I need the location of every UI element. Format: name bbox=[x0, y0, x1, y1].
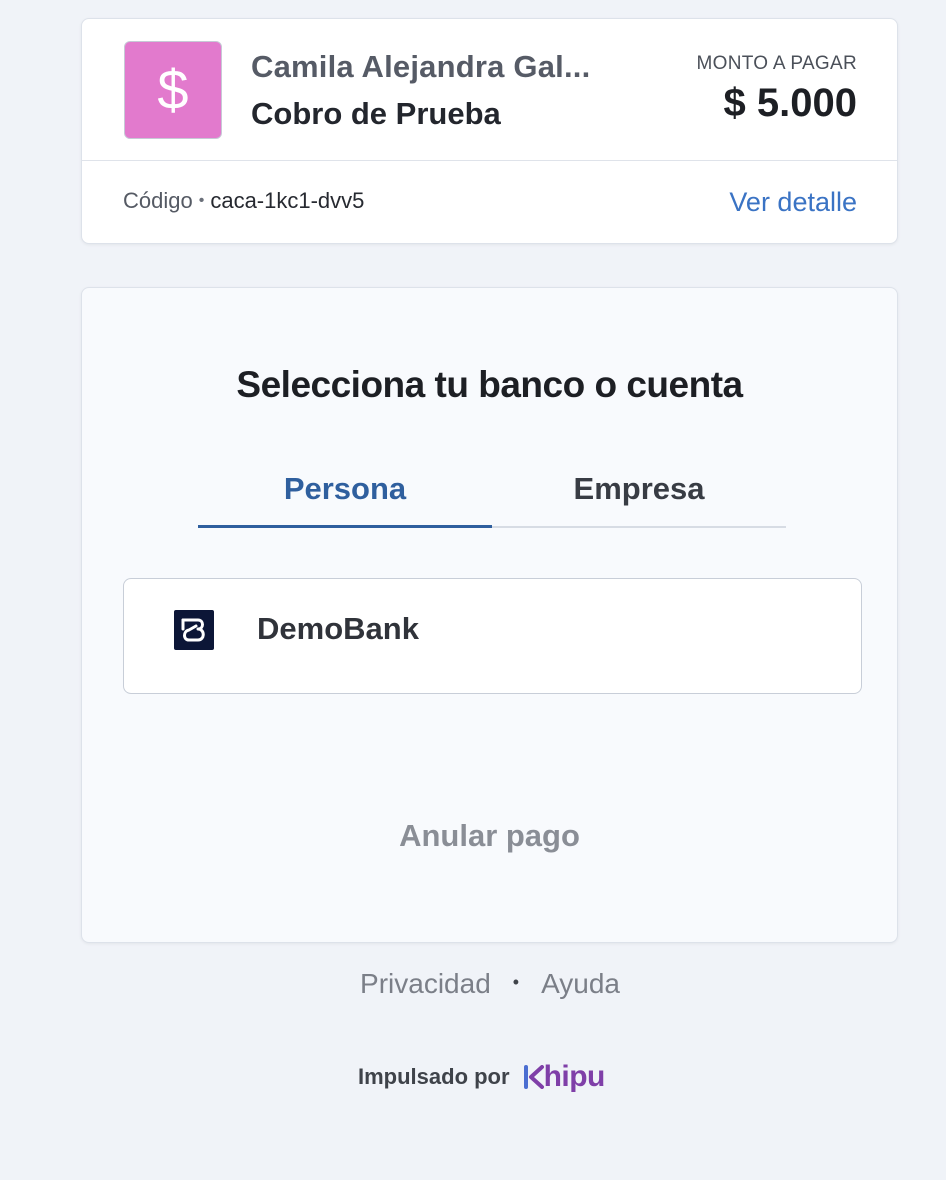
bank-selection-card: Selecciona tu banco o cuenta Persona Emp… bbox=[81, 287, 898, 943]
footer-links: Privacidad • Ayuda bbox=[0, 968, 946, 1000]
powered-by: Impulsado por hipu bbox=[358, 1060, 605, 1094]
payment-summary-card: $ Camila Alejandra Gal... Cobro de Prueb… bbox=[81, 18, 898, 244]
footer-separator: • bbox=[512, 972, 520, 992]
amount-label: MONTO A PAGAR bbox=[696, 53, 857, 74]
powered-by-label: Impulsado por bbox=[358, 1064, 510, 1089]
page-title: Selecciona tu banco o cuenta bbox=[236, 364, 743, 405]
dollar-icon: $ bbox=[157, 58, 189, 121]
header-divider bbox=[82, 160, 897, 161]
view-detail-link[interactable]: Ver detalle bbox=[729, 187, 857, 218]
tab-empresa[interactable]: Empresa bbox=[492, 459, 786, 528]
merchant-name: Camila Alejandra Gal... bbox=[251, 49, 591, 84]
code-value: caca-1kc1-dvv5 bbox=[210, 188, 365, 213]
khipu-logo[interactable]: hipu bbox=[523, 1060, 606, 1094]
bank-name: DemoBank bbox=[257, 611, 419, 646]
payment-code-row: Código • caca-1kc1-dvv5 bbox=[123, 188, 364, 214]
bank-option-demobank[interactable]: DemoBank bbox=[123, 578, 862, 694]
cancel-payment-link[interactable]: Anular pago bbox=[82, 818, 897, 854]
khipu-brand-text: hipu bbox=[543, 1060, 606, 1093]
tab-persona[interactable]: Persona bbox=[198, 459, 492, 528]
help-link[interactable]: Ayuda bbox=[541, 968, 620, 999]
bullet-separator: • bbox=[198, 192, 205, 209]
account-type-tabs: Persona Empresa bbox=[198, 459, 786, 529]
demobank-logo-icon bbox=[174, 610, 214, 650]
amount-value: $ 5.000 bbox=[723, 81, 857, 125]
privacy-link[interactable]: Privacidad bbox=[360, 968, 491, 999]
charge-subject: Cobro de Prueba bbox=[251, 96, 501, 131]
code-label: Código bbox=[123, 188, 193, 213]
merchant-avatar: $ bbox=[124, 41, 222, 139]
khipu-k-icon bbox=[523, 1065, 544, 1089]
